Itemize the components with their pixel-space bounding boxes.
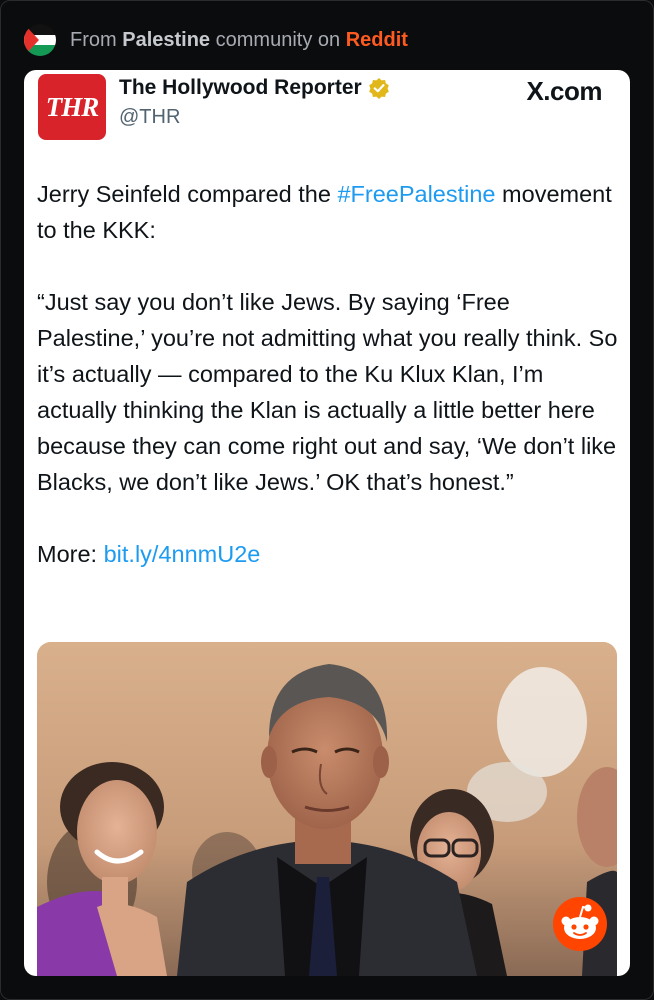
hashtag-link[interactable]: #FreePalestine [337, 181, 495, 207]
site-label: X.com [526, 76, 602, 106]
community-name[interactable]: Palestine [122, 29, 210, 51]
source-bar: From Palestine community on Reddit [24, 22, 408, 58]
more-link[interactable]: bit.ly/4nnmU2e [104, 541, 261, 567]
tweet-quote: “Just say you don’t like Jews. By saying… [37, 289, 618, 495]
source-middle: community on [215, 28, 341, 51]
intro-text: Jerry Seinfeld compared the [37, 181, 338, 207]
author-handle[interactable]: @THR [119, 106, 180, 129]
logo-text: THR [45, 91, 100, 122]
tweet-more: More: bit.ly/4nnmU2e [37, 536, 623, 572]
reddit-snoo-icon [552, 896, 608, 952]
thr-logo[interactable]: THR [38, 74, 106, 140]
tweet-card: THR The Hollywood Reporter @THR X.com Je… [24, 70, 630, 976]
platform-name[interactable]: Reddit [346, 29, 408, 51]
tweet-intro: Jerry Seinfeld compared the #FreePalesti… [37, 176, 623, 248]
attached-photo[interactable] [37, 642, 617, 976]
tweet-text: Jerry Seinfeld compared the #FreePalesti… [37, 176, 623, 572]
more-label: More: [37, 541, 104, 567]
palestine-flag-icon [24, 24, 56, 56]
source-text: From Palestine community on Reddit [70, 29, 408, 52]
verified-badge-icon [368, 77, 390, 99]
author-name[interactable]: The Hollywood Reporter [119, 76, 362, 100]
author-name-row: The Hollywood Reporter [119, 76, 390, 100]
source-prefix: From [70, 28, 117, 51]
